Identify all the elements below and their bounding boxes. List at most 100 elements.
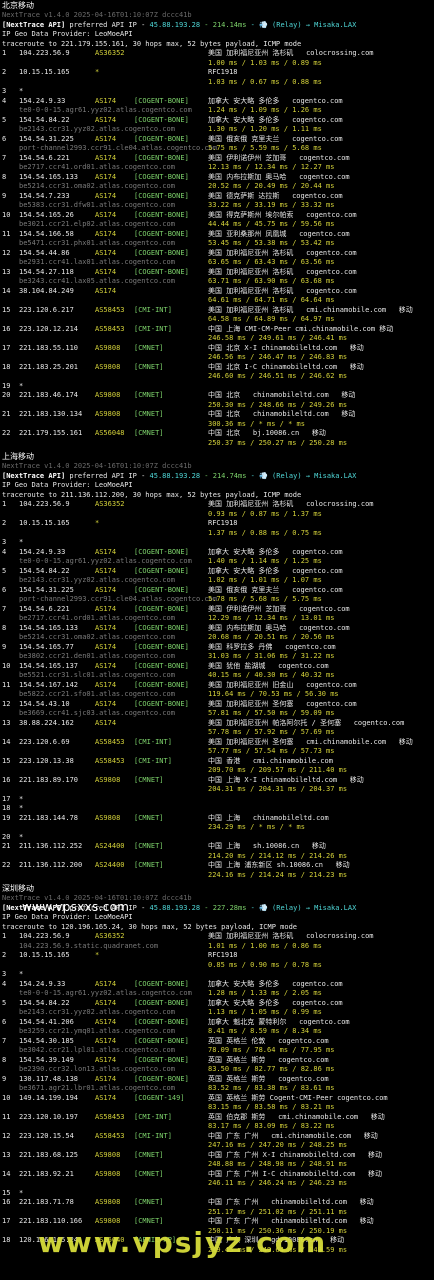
hop-number: 6 xyxy=(2,134,7,143)
hop-detail-row: 300.36 ms / * ms / * ms xyxy=(2,420,434,430)
hop-geo: 中国 上海 CMI-CM-Peer cmi.chinamobile.com 移动 xyxy=(208,324,394,333)
traceroute-text: traceroute to 120.196.165.24, 30 hops ma… xyxy=(2,922,298,931)
hop-detail-row: 1.00 ms / 1.03 ms / 0.89 ms xyxy=(2,59,434,69)
hop-tag: [COGENT-BONE] xyxy=(134,134,189,143)
hop-row: 6 154.54.31.225 AS174 [COGENT-BONE] 美国 俄亥俄 克… xyxy=(2,135,434,145)
api-line: [NextTrace API] preferred API IP - 45.88… xyxy=(2,21,434,31)
hop-row: 11 154.54.167.142 AS174 [COGENT-BONE] 美国 加利福… xyxy=(2,681,434,691)
hop-rtt: 83.52 ms / 83.38 ms / 83.61 ms xyxy=(208,1084,335,1092)
hop-asn: AS174 xyxy=(95,680,117,689)
hop-row: 4 154.24.9.33 AS174 [COGENT-BONE] 加拿大 安大略 多伦… xyxy=(2,980,434,990)
hop-row: 22 211.136.112.200 AS24400 [CMNET] 中国 上海 浦东新… xyxy=(2,861,434,871)
hop-detail-row: 250.37 ms / 250.27 ms / 250.28 ms xyxy=(2,439,434,449)
hop-detail-row: te0-0-0-15.agr61.yyz02.atlas.cogentco.co… xyxy=(2,989,434,999)
hop-ip: 154.54.7.233 xyxy=(19,191,70,200)
hop-row: 17 221.183.55.110 AS9808 [CMNET] 中国 北京 X-I c… xyxy=(2,344,434,354)
hop-geo: 英国 英格兰 斯劳 cogentco.com xyxy=(208,1074,329,1083)
hop-number: 4 xyxy=(2,96,7,105)
hop-asn: AS174 xyxy=(95,172,117,181)
hop-detail-row: be3259.ccr21.ymq01.atlas.cogentco.com 8.4… xyxy=(2,1027,434,1037)
hop-tag: [CMNET] xyxy=(134,410,164,418)
hop-geo: 美国 俄亥俄 克里夫兰 cogentco.com xyxy=(208,134,343,143)
hop-hostname: port-channel2993.ccr91.cle04.atlas.cogen… xyxy=(19,144,218,152)
hop-rtt: 57.78 ms / 57.92 ms / 57.69 ms xyxy=(208,728,335,736)
traceroute-text: traceroute to 221.179.155.161, 30 hops m… xyxy=(2,39,302,48)
hop-tag: [COGENT-BONE] xyxy=(134,680,189,689)
hop-row: 1 104.223.56.9 AS36352 美国 加利福尼亚州 洛杉矶 colocr… xyxy=(2,500,434,510)
hop-number: 9 xyxy=(2,191,7,200)
hop-detail-row: be2931.ccr41.lax01.atlas.cogentco.com 63.… xyxy=(2,258,434,268)
hop-tag: [CMNET] xyxy=(134,343,164,352)
hop-row: 13 154.54.27.118 AS174 [COGENT-BONE] 美国 加利福尼… xyxy=(2,268,434,278)
hop-number: 17 xyxy=(2,1217,11,1225)
hop-row: 4 154.24.9.33 AS174 [COGENT-BONE] 加拿大 安大略 多伦… xyxy=(2,97,434,107)
hop-ip: 221.183.55.110 xyxy=(19,343,79,352)
hop-rtt: 83.17 ms / 83.09 ms / 83.22 ms xyxy=(208,1122,335,1130)
hop-detail-row: te0-0-0-15.agr61.yyz02.atlas.cogentco.co… xyxy=(2,106,434,116)
hop-detail-row: be3021.ccr21.elp02.atlas.cogentco.com 44.… xyxy=(2,220,434,230)
hop-number: 10 xyxy=(2,1093,11,1102)
hop-hostname: be2717.ccr41.ord01.atlas.cogentco.com xyxy=(19,163,175,171)
api-prefix: [NextTrace API] xyxy=(2,20,66,29)
hop-ip: 154.54.6.221 xyxy=(19,604,70,613)
hop-asn: AS174 xyxy=(95,248,117,257)
provider-text: IP Geo Data Provider: LeoMoeAPI xyxy=(2,30,133,38)
hop-geo: 美国 内布拉斯加 奥马哈 cogentco.com xyxy=(208,172,350,181)
hop-hostname: be2390.ccr32.lon13.atlas.cogentco.com xyxy=(19,1065,175,1073)
hop-number: 12 xyxy=(2,1131,11,1140)
hop-detail-row: 247.16 ms / 247.20 ms / 248.25 ms xyxy=(2,1141,434,1151)
hop-rtt: 64.58 ms / 64.89 ms / 64.97 ms xyxy=(208,315,335,323)
hop-number: 20 xyxy=(2,391,11,399)
hop-tag: [COGENT-BONE] xyxy=(134,642,189,651)
hop-geo: 美国 犹他 盐湖城 cogentco.com xyxy=(208,661,329,670)
hop-ip: 154.54.165.137 xyxy=(19,661,79,670)
hop-number: 11 xyxy=(2,229,11,238)
hop-detail-row: 246.56 ms / 246.47 ms / 246.83 ms xyxy=(2,353,434,363)
version-text: NextTrace v1.4.0 2025-04-16T01:10:07Z dc… xyxy=(2,462,192,470)
hop-detail-row: be2390.ccr32.lon13.atlas.cogentco.com 83.… xyxy=(2,1065,434,1075)
hop-row: 6 154.54.41.206 AS174 [COGENT-BONE] 加拿大 魁北克 … xyxy=(2,1018,434,1028)
hop-tag: [COGENT-BONE] xyxy=(134,210,189,219)
hop-geo: 美国 加利福尼亚州 洛杉矶 colocrossing.com xyxy=(208,49,374,57)
hop-asn: AS24400 xyxy=(95,861,125,869)
hop-ip: 154.54.84.22 xyxy=(19,115,70,124)
hop-rtt: 300.36 ms / * ms / * ms xyxy=(208,419,305,428)
hop-ip: * xyxy=(19,1188,24,1197)
hop-ip: 154.54.31.225 xyxy=(19,585,74,594)
hop-tag: [CMI-INT] xyxy=(134,1112,172,1121)
hop-ip: 154.54.167.142 xyxy=(19,680,79,689)
hop-ip: 154.54.43.10 xyxy=(19,699,70,708)
hop-geo: 中国 广东 广州 I-C chinamobileltd.com 移动 xyxy=(208,1169,383,1178)
provider-line: IP Geo Data Provider: LeoMoeAPI xyxy=(2,481,434,491)
hop-rtt: 250.30 ms / 248.66 ms / 249.26 ms xyxy=(208,400,348,409)
hop-tag: [COGENT-BONE] xyxy=(134,96,189,105)
hop-geo: 加拿大 安大略 多伦多 cogentco.com xyxy=(208,96,343,105)
hop-number: 18 xyxy=(2,804,11,812)
hop-number: 19 xyxy=(2,381,11,390)
hop-ip: 154.54.165.26 xyxy=(19,210,74,219)
provider-text: IP Geo Data Provider: LeoMoeAPI xyxy=(2,913,133,921)
hop-number: 8 xyxy=(2,1055,7,1064)
hop-geo: 英国 英格兰 斯劳 Cogent-CMI-Peer cogentco.com xyxy=(208,1093,388,1102)
hop-asn: AS174 xyxy=(95,134,117,143)
hop-detail-row: be3042.ccr21.lpl01.atlas.cogentco.com 78.… xyxy=(2,1046,434,1056)
hop-row: 20 * xyxy=(2,833,434,843)
hop-ip: 154.54.165.133 xyxy=(19,623,79,632)
hop-rtt: 8.41 ms / 8.59 ms / 8.34 ms xyxy=(208,1027,322,1035)
hop-geo: 加拿大 安大略 多伦多 cogentco.com xyxy=(208,979,343,988)
hop-asn: AS9808 xyxy=(95,391,121,399)
hop-tag: [COGENT-BONE] xyxy=(134,604,189,613)
hop-geo: 美国 加利福尼亚州 洛杉矶 colocrossing.com xyxy=(208,500,374,508)
hop-number: 13 xyxy=(2,267,11,276)
hop-number: 17 xyxy=(2,794,11,803)
hop-detail-row: be5383.ccr31.dfw01.atlas.cogentco.com 33.… xyxy=(2,201,434,211)
hop-ip: 221.183.92.21 xyxy=(19,1169,74,1178)
hop-asn: AS174 xyxy=(95,153,117,162)
hop-number: 1 xyxy=(2,932,7,940)
hop-tag: [COGENT-BONE] xyxy=(134,547,189,556)
hop-ip: 10.15.15.165 xyxy=(19,519,70,527)
hop-row: 11 154.54.166.58 AS174 [COGENT-BONE] 美国 亚利桑那… xyxy=(2,230,434,240)
hop-detail-row: 246.58 ms / 249.61 ms / 246.41 ms xyxy=(2,334,434,344)
hop-number: 13 xyxy=(2,718,11,727)
hop-ip: 223.120.13.38 xyxy=(19,756,74,765)
